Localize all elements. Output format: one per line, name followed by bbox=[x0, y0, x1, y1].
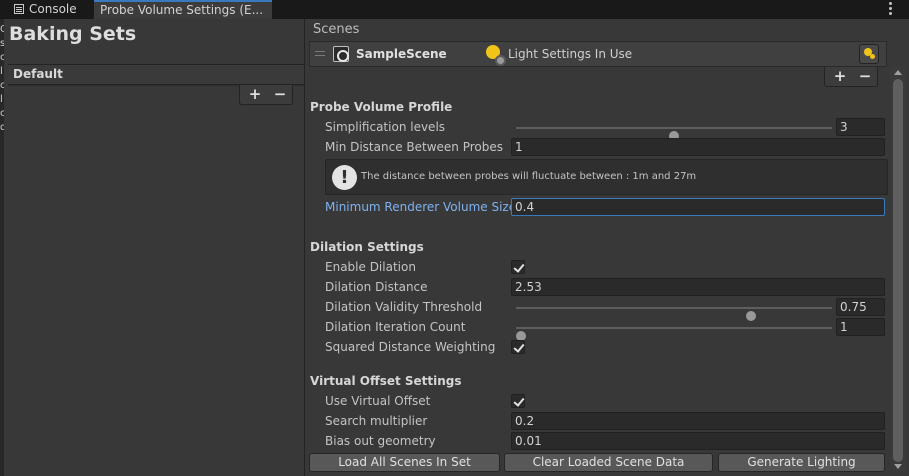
dilation-validity-threshold-slider[interactable] bbox=[516, 307, 832, 321]
console-icon bbox=[14, 4, 24, 14]
dilation-validity-threshold-label: Dilation Validity Threshold bbox=[325, 300, 483, 314]
scroll-down-arrow-icon[interactable] bbox=[894, 464, 902, 469]
tab-console[interactable]: Console bbox=[8, 0, 94, 19]
min-distance-label: Min Distance Between Probes bbox=[325, 140, 504, 154]
remove-scene-button[interactable]: − bbox=[853, 67, 877, 86]
light-settings-icon bbox=[486, 45, 506, 66]
drag-handle-icon[interactable] bbox=[315, 51, 325, 56]
bias-out-geometry-field[interactable]: 0.01 bbox=[511, 432, 885, 450]
use-virtual-offset-row: Use Virtual Offset bbox=[305, 392, 889, 412]
dilation-iteration-count-field[interactable]: 1 bbox=[836, 318, 885, 336]
use-virtual-offset-checkbox[interactable] bbox=[511, 394, 525, 408]
scenes-add-remove: + − bbox=[824, 67, 878, 87]
bias-out-geometry-row: Bias out geometry 0.01 bbox=[305, 432, 889, 452]
simplification-levels-label: Simplification levels bbox=[325, 120, 446, 134]
dilation-settings-header: Dilation Settings bbox=[310, 240, 424, 254]
scrollbar-thumb[interactable] bbox=[893, 79, 903, 462]
search-multiplier-field[interactable]: 0.2 bbox=[511, 412, 885, 430]
dilation-iteration-count-label: Dilation Iteration Count bbox=[325, 320, 466, 334]
min-distance-row: Min Distance Between Probes 1 bbox=[305, 138, 889, 158]
enable-dilation-checkbox[interactable] bbox=[511, 260, 525, 274]
virtual-offset-settings-header: Virtual Offset Settings bbox=[310, 374, 462, 388]
baking-sets-add-remove: + − bbox=[239, 85, 293, 105]
tab-probe-volume-settings[interactable]: Probe Volume Settings (E... bbox=[94, 0, 272, 19]
min-distance-field[interactable]: 1 bbox=[511, 138, 885, 156]
tab-bar: Console Probe Volume Settings (E... bbox=[0, 0, 909, 19]
dilation-iteration-count-slider[interactable] bbox=[516, 327, 832, 341]
tab-probe-volume-settings-label: Probe Volume Settings (E... bbox=[100, 3, 264, 17]
dilation-iteration-count-row: Dilation Iteration Count 1 bbox=[305, 318, 889, 341]
help-text: The distance between probes will fluctua… bbox=[361, 171, 697, 182]
scenes-label: Scenes bbox=[313, 22, 360, 37]
load-all-scenes-button[interactable]: Load All Scenes In Set bbox=[309, 453, 500, 472]
more-options-icon[interactable] bbox=[889, 2, 893, 16]
add-scene-button[interactable]: + bbox=[828, 67, 852, 86]
search-multiplier-label: Search multiplier bbox=[325, 414, 428, 428]
clear-loaded-scene-data-button[interactable]: Clear Loaded Scene Data bbox=[504, 453, 713, 472]
bias-out-geometry-label: Bias out geometry bbox=[325, 434, 436, 448]
dilation-distance-label: Dilation Distance bbox=[325, 280, 428, 294]
dilation-distance-row: Dilation Distance 2.53 bbox=[305, 278, 889, 298]
vertical-scrollbar[interactable] bbox=[890, 67, 906, 471]
probe-volume-profile-header: Probe Volume Profile bbox=[310, 100, 453, 114]
search-multiplier-row: Search multiplier 0.2 bbox=[305, 412, 889, 432]
enable-dilation-label: Enable Dilation bbox=[325, 260, 416, 274]
dilation-distance-field[interactable]: 2.53 bbox=[511, 278, 885, 296]
squared-distance-weighting-row: Squared Distance Weighting bbox=[305, 338, 889, 358]
min-renderer-volume-row: Minimum Renderer Volume Size 0.4 bbox=[305, 198, 889, 218]
generate-lighting-button[interactable]: Generate Lighting bbox=[718, 453, 885, 472]
dilation-validity-threshold-row: Dilation Validity Threshold 0.75 bbox=[305, 298, 889, 321]
min-renderer-volume-field[interactable]: 0.4 bbox=[511, 198, 885, 216]
add-baking-set-button[interactable]: + bbox=[243, 85, 267, 104]
squared-distance-weighting-label: Squared Distance Weighting bbox=[325, 340, 496, 354]
baking-sets-title: Baking Sets bbox=[9, 23, 137, 45]
simplification-levels-row: Simplification levels 3 bbox=[305, 118, 889, 141]
remove-baking-set-button[interactable]: − bbox=[268, 85, 292, 104]
dilation-validity-threshold-field[interactable]: 0.75 bbox=[836, 298, 885, 316]
probe-volume-settings-panel: Baking Sets Default + − Scenes SampleSce… bbox=[4, 19, 909, 476]
tab-console-label: Console bbox=[29, 2, 77, 16]
simplification-levels-field[interactable]: 3 bbox=[836, 118, 885, 136]
min-renderer-volume-label: Minimum Renderer Volume Size bbox=[325, 200, 517, 214]
warning-info-icon: ! bbox=[332, 165, 357, 190]
squared-distance-weighting-checkbox[interactable] bbox=[511, 340, 525, 354]
help-box: ! The distance between probes will fluct… bbox=[325, 159, 888, 195]
lighting-button-icon[interactable] bbox=[859, 44, 879, 64]
unity-scene-icon bbox=[333, 46, 349, 62]
baking-set-item-default[interactable]: Default bbox=[8, 64, 304, 85]
scene-settings-pane: Scenes SampleScene Light Settings In Use… bbox=[304, 19, 909, 476]
light-settings-label: Light Settings In Use bbox=[508, 47, 633, 61]
scene-name: SampleScene bbox=[356, 47, 447, 61]
simplification-levels-slider[interactable] bbox=[516, 127, 832, 141]
scene-row-samplescene[interactable]: SampleScene Light Settings In Use bbox=[309, 41, 887, 67]
use-virtual-offset-label: Use Virtual Offset bbox=[325, 394, 431, 408]
enable-dilation-row: Enable Dilation bbox=[305, 258, 889, 278]
scroll-up-arrow-icon[interactable] bbox=[894, 70, 902, 75]
